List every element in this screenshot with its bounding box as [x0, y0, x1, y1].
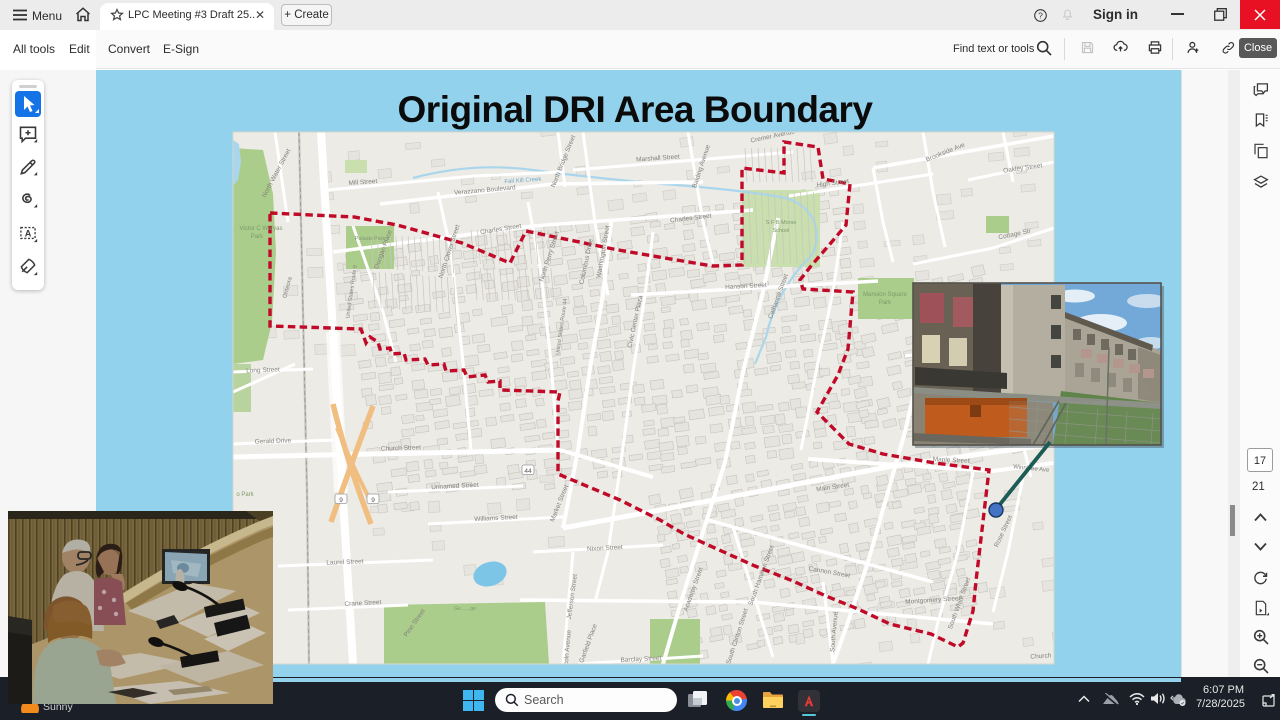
svg-text:Ge... ,..ge: Ge... ,..ge: [454, 606, 476, 612]
svg-text:44: 44: [524, 468, 532, 475]
svg-text:Park: Park: [251, 234, 264, 240]
svg-text:S F B Morse: S F B Morse: [766, 220, 797, 226]
svg-text:o Park: o Park: [236, 492, 254, 498]
svg-text:Gerald Drive: Gerald Drive: [255, 437, 292, 445]
svg-text:Victor C Waryas: Victor C Waryas: [239, 226, 282, 232]
svg-text:Mansion Square: Mansion Square: [863, 292, 907, 298]
svg-text:Long Street: Long Street: [246, 366, 280, 374]
svg-text:Original DRI Area Boundary: Original DRI Area Boundary: [398, 89, 874, 130]
svg-text:Park: Park: [879, 300, 892, 306]
svg-text:Church Street: Church Street: [381, 444, 422, 452]
svg-text:School: School: [773, 228, 790, 234]
svg-text:A: A: [25, 228, 32, 238]
svg-text:Laurel Street: Laurel Street: [326, 558, 364, 566]
svg-text:9: 9: [339, 497, 343, 504]
svg-text:?: ?: [1038, 10, 1043, 20]
svg-text:Church: Church: [1030, 652, 1052, 660]
svg-text:9: 9: [371, 497, 375, 504]
svg-text:Pulaski Park: Pulaski Park: [355, 236, 386, 242]
